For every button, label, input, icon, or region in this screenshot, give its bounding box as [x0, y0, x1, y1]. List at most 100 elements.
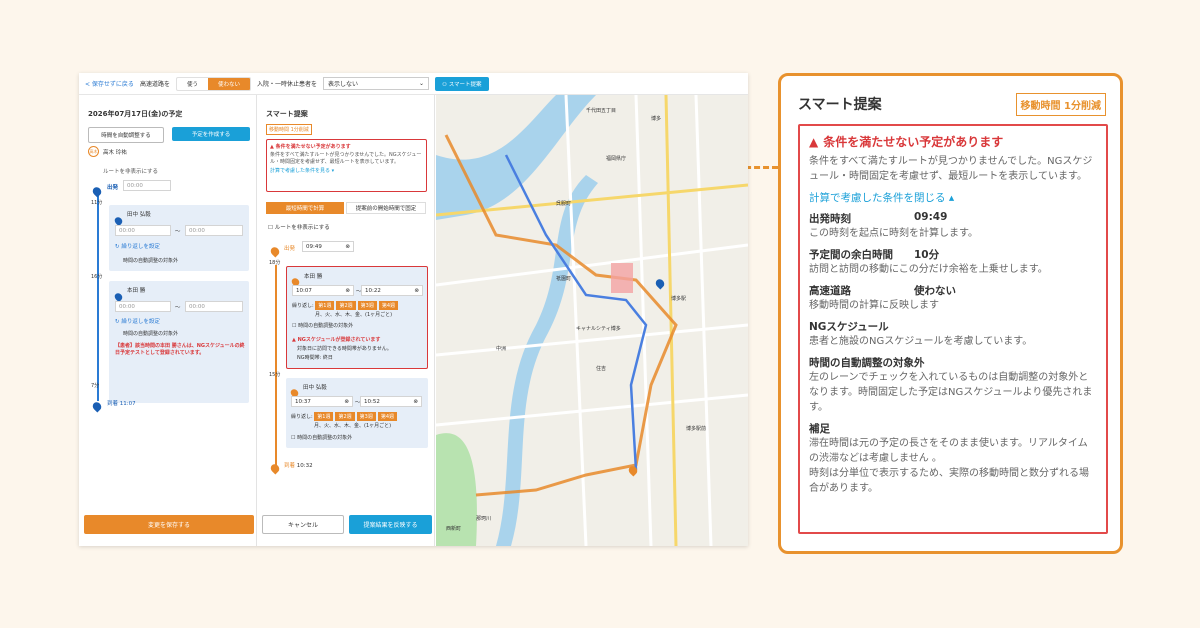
stop-card-1[interactable]: 田中 弘毅 00:00 〜 00:00 ↻ 繰り返しを設定 時間の自動調整の対象…: [109, 205, 249, 271]
map-label: 博多駅: [671, 296, 687, 302]
route-map[interactable]: 千代田五丁目 博多 福岡県庁 呉服町 博多駅 キャナルシティ博多 住吉 祇園町 …: [436, 95, 748, 546]
mid-depart-input[interactable]: 09:49 ⊗: [302, 241, 354, 252]
arrive-pin-icon: [90, 396, 104, 415]
cond-key: 補足: [809, 423, 830, 435]
callout-badge: 移動時間 1分削減: [1015, 93, 1106, 116]
map-canvas: [436, 95, 748, 546]
mid-timeline-line: [275, 265, 277, 465]
time-saved-badge: 移動時間 1分削減: [266, 124, 312, 135]
back-link[interactable]: < 保存せずに戻る: [85, 79, 134, 88]
map-label: 中洲: [496, 346, 507, 352]
create-schedule-button[interactable]: 予定を作成する: [172, 127, 250, 141]
highway-toggle[interactable]: 使う 使わない: [175, 76, 251, 91]
mid-auto-exclude-1[interactable]: ☐ 時間の自動調整の対象外: [292, 322, 353, 329]
ng-title-text: NGスケジュールが登録されています: [297, 337, 381, 343]
mid-arrive-time: 10:32: [296, 463, 313, 469]
map-pin-blue-icon[interactable]: [653, 273, 667, 292]
mid-arrive-label: 到着: [284, 463, 296, 469]
mid-stop-card-2[interactable]: 田中 弘毅 10:37 ⊗ 〜 10:52 ⊗ 繰り返し: 第1週 第2週 第3週 第4週…: [286, 378, 428, 448]
repeat-label-2: 繰り返し:: [291, 414, 313, 420]
ng-detail: NG時間帯: 終日: [297, 355, 333, 361]
save-changes-button[interactable]: 変更を保存する: [84, 515, 254, 534]
auto-adjust-button[interactable]: 時間を自動調整する: [88, 127, 164, 143]
cond-val: 09:49: [914, 211, 948, 223]
mid-arrive-pin-icon: [268, 458, 282, 477]
mid-stop2-name: 田中 弘毅: [303, 385, 327, 391]
repeat-label-1: 繰り返し:: [292, 303, 314, 309]
highway-use-option[interactable]: 使う: [177, 78, 208, 90]
mid-stop2-to[interactable]: 10:52 ⊗: [360, 396, 422, 407]
mid-arrive: 到着 10:32: [284, 461, 313, 469]
repeat-link-2-label: 繰り返しを設定: [121, 319, 160, 325]
cond-row: 予定間の余白時間 10分: [809, 247, 1097, 262]
route-hide-text[interactable]: ルートを非表示にする: [103, 167, 158, 175]
chevron-down-icon: ⌄: [418, 80, 424, 87]
cond-row: 時間の自動調整の対象外: [809, 355, 1097, 370]
cond-desc: 患者と施設のNGスケジュールを考慮しています。: [809, 336, 1033, 347]
cond-row: 高速道路 使わない: [809, 283, 1097, 298]
highway-nouse-option[interactable]: 使わない: [207, 77, 250, 90]
mid-auto-exclude-2[interactable]: ☐ 時間の自動調整の対象外: [291, 434, 352, 441]
cancel-button[interactable]: キャンセル: [262, 515, 344, 534]
route-hide-label: ルートを非表示にする: [274, 225, 330, 231]
repeat-link-1[interactable]: ↻ 繰り返しを設定: [115, 242, 160, 250]
stop2-to-input[interactable]: 00:00: [185, 301, 243, 312]
mid-stop1-from[interactable]: 10:07 ⊗: [292, 285, 354, 296]
tab-shortest[interactable]: 最短時間で計算: [266, 202, 344, 214]
smart-suggest-button[interactable]: ⚇ スマート提案: [435, 76, 489, 91]
user-name: 高木 玲祐: [103, 150, 127, 156]
route-hide-checkbox[interactable]: ☐ ルートを非表示にする: [268, 223, 330, 231]
mid-stop1-from-val: 10:07: [296, 288, 312, 294]
warning-title: ▲ 条件を満たせない予定があります: [270, 144, 351, 150]
inpatient-select[interactable]: 表示しない ⌄: [323, 77, 429, 90]
warning-triangle-icon: ▲: [809, 134, 819, 149]
warning-conditions-link[interactable]: 計算で考慮した条件を見る ▾: [270, 167, 423, 174]
app-window: < 保存せずに戻る 高速道路を 使う 使わない 入院・一時休止患者を 表示しない…: [79, 73, 748, 546]
mid-depart-label: 出発: [284, 246, 296, 252]
schedule-column: 2026年07月17日(金)の予定 時間を自動調整する 予定を作成する 高木 高…: [79, 95, 257, 546]
week-tag: 第2週: [335, 412, 355, 421]
cond-desc: 滞在時間は元の予定の長さをそのまま使います。リアルタイムの渋滞などは考慮しません…: [809, 438, 1089, 494]
mid-stop1-to-val: 10:22: [365, 288, 381, 294]
stop2-name: 本田 勝: [127, 288, 146, 294]
map-label: 呉服町: [556, 201, 572, 207]
stop1-from-input[interactable]: 00:00: [115, 225, 171, 236]
map-label: キャナルシティ博多: [576, 326, 621, 332]
cond-key: 時間の自動調整の対象外: [809, 357, 925, 369]
apply-button[interactable]: 提案結果を反映する: [349, 515, 432, 534]
map-label: 博多: [651, 116, 662, 122]
repeat-days-1: 月、火、水、木、金、(1ヶ月ごと): [315, 312, 393, 318]
warning-title-text: 条件を満たせない予定があります: [275, 144, 351, 150]
cond-val: 使わない: [914, 285, 956, 297]
arrive-info: 到着 11:07: [107, 399, 136, 407]
mid-stop2-from[interactable]: 10:37 ⊗: [291, 396, 353, 407]
map-label: 博多駅前: [686, 426, 707, 432]
callout-warning-title-text: 条件を満たせない予定があります: [823, 135, 1004, 149]
callout-warning-box: ▲ 条件を満たせない予定があります 条件をすべて満たすルートが見つかりませんでした…: [798, 124, 1108, 534]
callout-close-link[interactable]: 計算で考慮した条件を閉じる ▴: [809, 190, 1097, 205]
ng-warning-text: 【患者】該当時間の本田 勝さんは、NGスケジュールの終日予定テストとして登録され…: [115, 343, 245, 356]
mid-stop1-to[interactable]: 10:22 ⊗: [361, 285, 423, 296]
depart-pin-orange-icon: [268, 241, 282, 260]
tilde: 〜: [175, 229, 181, 235]
week-tag: 第4週: [378, 301, 399, 310]
mid-stop2-to-val: 10:52: [364, 399, 380, 405]
stop1-to-input[interactable]: 00:00: [185, 225, 243, 236]
week-tag: 第4週: [377, 412, 398, 421]
auto-exclude-2: 時間の自動調整の対象外: [123, 331, 179, 337]
repeat-link-2[interactable]: ↻ 繰り返しを設定: [115, 317, 160, 325]
date-title: 2026年07月17日(金)の予定: [88, 110, 183, 118]
gap-1: 11分: [91, 200, 103, 206]
stop-card-2[interactable]: 本田 勝 00:00 〜 00:00 ↻ 繰り返しを設定 時間の自動調整の対象外…: [109, 281, 249, 403]
depart-pin-icon: [90, 181, 104, 200]
map-label: 祇園町: [556, 276, 572, 282]
mid-stop-card-1[interactable]: 本田 勝 10:07 ⊗ 〜 10:22 ⊗ 繰り返し: 第1週 第2週 第3週 第4週 …: [286, 266, 428, 369]
tab-fixed-start[interactable]: 提案前の開始時間で固定: [346, 202, 426, 214]
depart-time-input[interactable]: 00:00: [123, 180, 171, 191]
stop2-from-input[interactable]: 00:00: [115, 301, 171, 312]
tilde-2: 〜: [175, 305, 181, 311]
cond-row: 補足: [809, 421, 1097, 436]
depart-label: 出発: [107, 185, 119, 191]
map-pin-orange-icon[interactable]: [626, 460, 640, 479]
gap-2: 16分: [91, 274, 103, 280]
